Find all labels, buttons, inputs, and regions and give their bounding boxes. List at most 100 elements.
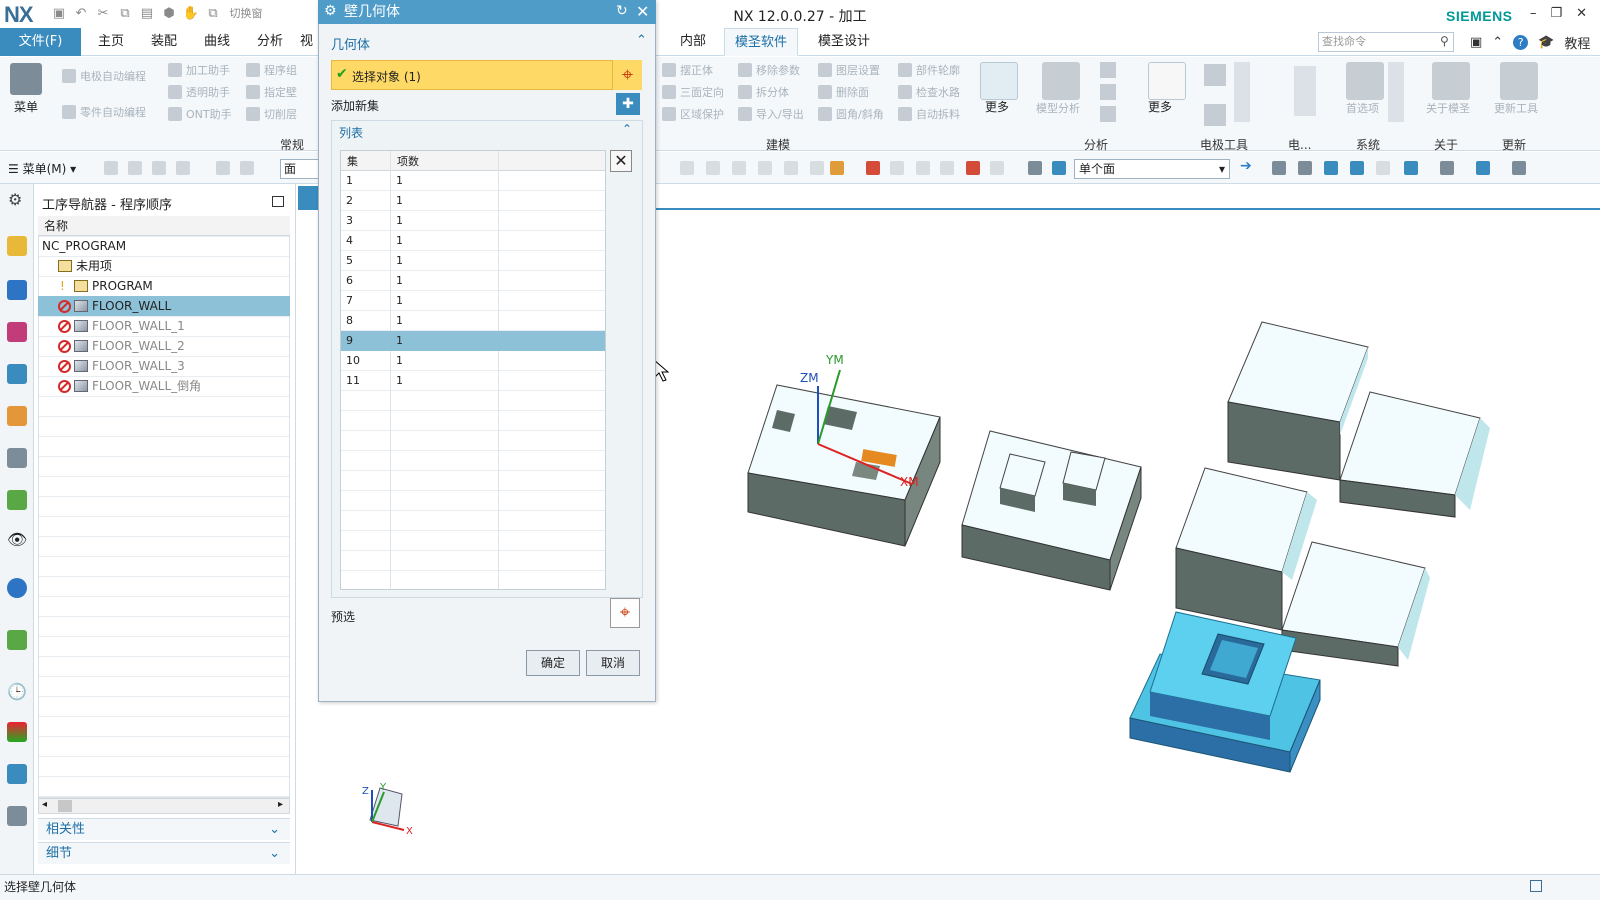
body-filter-icon[interactable]: [1028, 161, 1042, 175]
chevron-up-icon[interactable]: ⌃: [622, 122, 632, 136]
ribbon-item[interactable]: 指定壁: [246, 84, 297, 100]
curve-filter-icon[interactable]: [784, 161, 798, 175]
constraint-navigator-icon[interactable]: [7, 280, 27, 300]
snap-icon[interactable]: [152, 161, 166, 175]
electrode-extra-icons[interactable]: [1294, 66, 1316, 116]
history-icon[interactable]: 🕒: [7, 682, 27, 701]
panel-dependencies[interactable]: 相关性 ⌄: [38, 818, 290, 840]
scrollbar-thumb[interactable]: [58, 800, 72, 812]
ribbon-item[interactable]: 移除参数: [738, 62, 800, 78]
menu-big-icon[interactable]: [10, 63, 42, 95]
ribbon-item[interactable]: 程序组: [246, 62, 297, 78]
scroll-left-icon[interactable]: ◂: [42, 799, 47, 810]
list-item[interactable]: 51: [341, 251, 605, 271]
collapse-ribbon-icon[interactable]: ⌃: [1492, 35, 1503, 50]
gear-icon[interactable]: ⚙: [324, 3, 337, 19]
weight-icon[interactable]: [1100, 62, 1116, 78]
panel-details[interactable]: 细节 ⌄: [38, 842, 290, 864]
part-with-slot[interactable]: [747, 384, 941, 547]
face-rule-select[interactable]: 单个面 ▾: [1074, 159, 1230, 179]
tab-file[interactable]: 文件(F): [0, 28, 81, 56]
electrode-tool-icon[interactable]: [1204, 104, 1226, 126]
list-item-selected[interactable]: 91: [341, 331, 605, 351]
snap-point-icon[interactable]: [966, 161, 980, 175]
ribbon-item[interactable]: 透明助手: [168, 84, 230, 100]
list-item[interactable]: 41: [341, 231, 605, 251]
part-navigator-icon[interactable]: [7, 322, 27, 342]
snap-point-icon[interactable]: [866, 161, 880, 175]
list-item[interactable]: 10 1: [341, 351, 605, 371]
update-icon[interactable]: [1500, 62, 1538, 100]
snap-icon[interactable]: [240, 161, 254, 175]
ribbon-item[interactable]: 切削层: [246, 106, 297, 122]
tree-row-floor-wall[interactable]: FLOOR_WALL: [38, 296, 290, 316]
maximize-icon[interactable]: [272, 196, 284, 207]
shape-filter-icon[interactable]: [758, 161, 772, 175]
preferences-icon[interactable]: [1346, 62, 1384, 100]
ribbon-item[interactable]: 三面定向: [662, 84, 724, 100]
machine-tool-navigator-icon[interactable]: [7, 406, 27, 426]
part-with-bosses[interactable]: [961, 430, 1142, 591]
view-icon[interactable]: [1298, 161, 1312, 175]
list-item[interactable]: 71: [341, 291, 605, 311]
tree-row-floor-wall-3[interactable]: FLOOR_WALL_3: [38, 356, 290, 376]
ribbon-item[interactable]: 拆分体: [738, 84, 789, 100]
tab-view[interactable]: 视: [300, 28, 313, 56]
orient-view-icon[interactable]: [1476, 161, 1490, 175]
ribbon-item[interactable]: 自动拆料: [898, 106, 960, 122]
horizontal-scrollbar[interactable]: [38, 798, 290, 814]
snap-icon[interactable]: [176, 161, 190, 175]
ribbon-item[interactable]: 检查水路: [898, 84, 960, 100]
ribbon-item[interactable]: 图层设置: [818, 62, 880, 78]
shape-filter-icon[interactable]: [732, 161, 746, 175]
tree-row-floor-wall-chamfer[interactable]: FLOOR_WALL_倒角: [38, 376, 290, 396]
inspect-icon[interactable]: [1100, 106, 1116, 122]
ribbon-item[interactable]: 区域保护: [662, 106, 724, 122]
ribbon-item[interactable]: ONT助手: [168, 106, 232, 122]
tutorial-icon[interactable]: 🎓: [1538, 35, 1554, 50]
delete-set-icon[interactable]: ✕: [610, 150, 632, 172]
arrow-right-icon[interactable]: ➔: [1240, 158, 1252, 174]
column-header-set[interactable]: 集: [347, 153, 358, 169]
crosshair-select-icon[interactable]: ⌖: [612, 60, 642, 90]
preselect-icon[interactable]: ⌖: [610, 598, 640, 628]
close-icon[interactable]: ✕: [636, 2, 649, 21]
shape-filter-icon[interactable]: [706, 161, 720, 175]
select-object-label[interactable]: 选择对象 (1): [352, 68, 421, 85]
reuse-library-icon[interactable]: [7, 448, 27, 468]
snap-icon[interactable]: [104, 161, 118, 175]
about-label[interactable]: 关于模圣: [1426, 100, 1470, 116]
tutorial-label[interactable]: 教程: [1564, 33, 1590, 52]
tree-row-floor-wall-1[interactable]: FLOOR_WALL_1: [38, 316, 290, 336]
search-icon[interactable]: ⚲: [1440, 34, 1454, 48]
ok-button[interactable]: 确定: [526, 650, 580, 676]
tab-mosheng-design[interactable]: 模圣设计: [808, 28, 880, 56]
info-icon[interactable]: [7, 578, 27, 598]
list-item[interactable]: 31: [341, 211, 605, 231]
view-icon[interactable]: [1376, 161, 1390, 175]
operation-navigator-icon[interactable]: [7, 364, 27, 384]
hd3d-tools-icon[interactable]: [7, 490, 27, 510]
ribbon-item[interactable]: 电极自动编程: [62, 68, 146, 84]
list-item[interactable]: 11: [341, 171, 605, 191]
ribbon-item[interactable]: 摆正体: [662, 62, 713, 78]
close-window-icon[interactable]: ✕: [1576, 6, 1587, 21]
fullscreen-icon[interactable]: [1530, 880, 1542, 892]
chevron-up-icon[interactable]: ⌃: [636, 33, 647, 48]
snap-icon[interactable]: [216, 161, 230, 175]
snap-point-icon[interactable]: [890, 161, 904, 175]
layout-icon[interactable]: [1404, 161, 1418, 175]
help-icon[interactable]: ?: [1513, 35, 1529, 50]
more-button-label[interactable]: 更多: [985, 98, 1009, 115]
tree-row-program[interactable]: ! PROGRAM: [38, 276, 290, 296]
render-style-icon[interactable]: [1440, 161, 1454, 175]
assembly-navigator-icon[interactable]: [7, 236, 27, 256]
solid-filter-icon[interactable]: [1052, 161, 1066, 175]
ribbon-item[interactable]: 加工助手: [168, 62, 230, 78]
tab-home[interactable]: 主页: [88, 28, 134, 56]
list-item[interactable]: 61: [341, 271, 605, 291]
tab-curve[interactable]: 曲线: [194, 28, 240, 56]
section-geometry-title[interactable]: 几何体: [331, 34, 370, 53]
column-header-name[interactable]: 名称: [38, 216, 290, 236]
command-search-input[interactable]: 查找命令: [1318, 32, 1454, 52]
